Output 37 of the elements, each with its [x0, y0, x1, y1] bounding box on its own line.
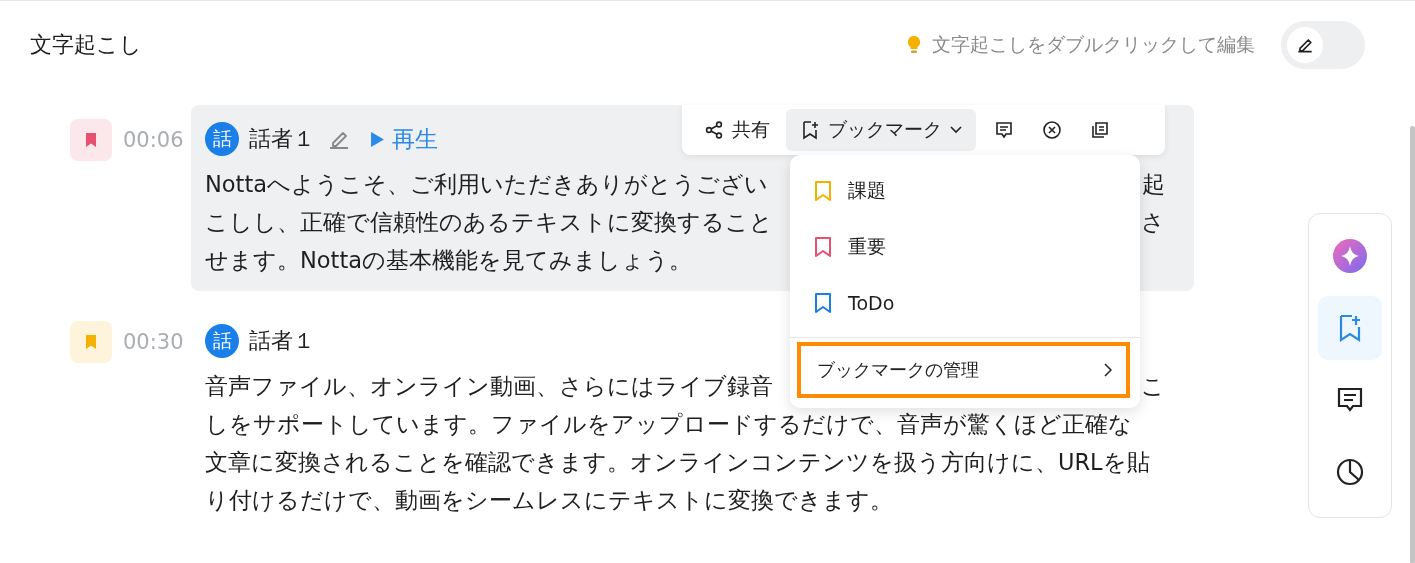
page-title: 文字起こし [30, 31, 142, 59]
transcript-text: 音声ファイル、オンライン動画、さらにはライブ録音 [205, 372, 773, 401]
transcript-text: 文章に変換されることを確認できます。オンラインコンテンツを扱う方向けに、URLを貼 [205, 448, 1150, 477]
transcript-text: こ [1141, 372, 1165, 401]
transcript-text: こしし、正確で信頼性のあるテキストに変換すること [205, 208, 773, 237]
close-circle-icon [1042, 120, 1062, 140]
speaker-name[interactable]: 話者１ [249, 326, 315, 356]
menu-item[interactable]: 重要 [790, 219, 1140, 275]
edit-hint: 文字起こしをダブルクリックして編集 [932, 32, 1255, 57]
transcript-text: しをサポートしています。ファイルをアップロードするだけで、音声が驚くほど正確な [205, 410, 1132, 439]
pie-chart-icon [1335, 457, 1365, 487]
copy-icon [1090, 120, 1110, 140]
lightbulb-icon [906, 35, 922, 55]
menu-item[interactable]: ToDo [790, 275, 1140, 331]
transcript-text: Nottaへようこそ、ご利用いただきありがとうござい [205, 170, 769, 199]
speaker-avatar: 話 [205, 324, 239, 358]
play-icon [371, 131, 384, 147]
sparkle-icon [1332, 238, 1368, 274]
manage-bookmarks-item[interactable]: ブックマークの管理 [797, 342, 1130, 398]
bookmark-add-icon [800, 120, 820, 140]
bookmark-dropdown[interactable]: ブックマーク [786, 109, 976, 151]
speaker-avatar: 話 [205, 122, 239, 156]
comment-icon [994, 120, 1014, 140]
transcript-text: 起 [1142, 170, 1165, 199]
scrollbar[interactable] [1410, 126, 1415, 563]
speaker-name[interactable]: 話者１ [249, 124, 315, 154]
bookmark-panel-button[interactable] [1318, 296, 1382, 360]
transcript-text: さ [1141, 208, 1165, 237]
transcript-text: り付けるだけで、動画をシームレスにテキストに変換できます。 [205, 486, 893, 515]
chevron-right-icon [1104, 363, 1112, 377]
share-button[interactable]: 共有 [696, 109, 778, 151]
share-icon [704, 120, 724, 140]
chevron-down-icon [950, 126, 962, 134]
bookmark-tag[interactable] [70, 119, 112, 161]
menu-item[interactable]: 課題 [790, 163, 1140, 219]
edit-toggle[interactable] [1281, 21, 1365, 69]
transcript-text: せます。Nottaの基本機能を見てみましょう。 [205, 246, 693, 275]
